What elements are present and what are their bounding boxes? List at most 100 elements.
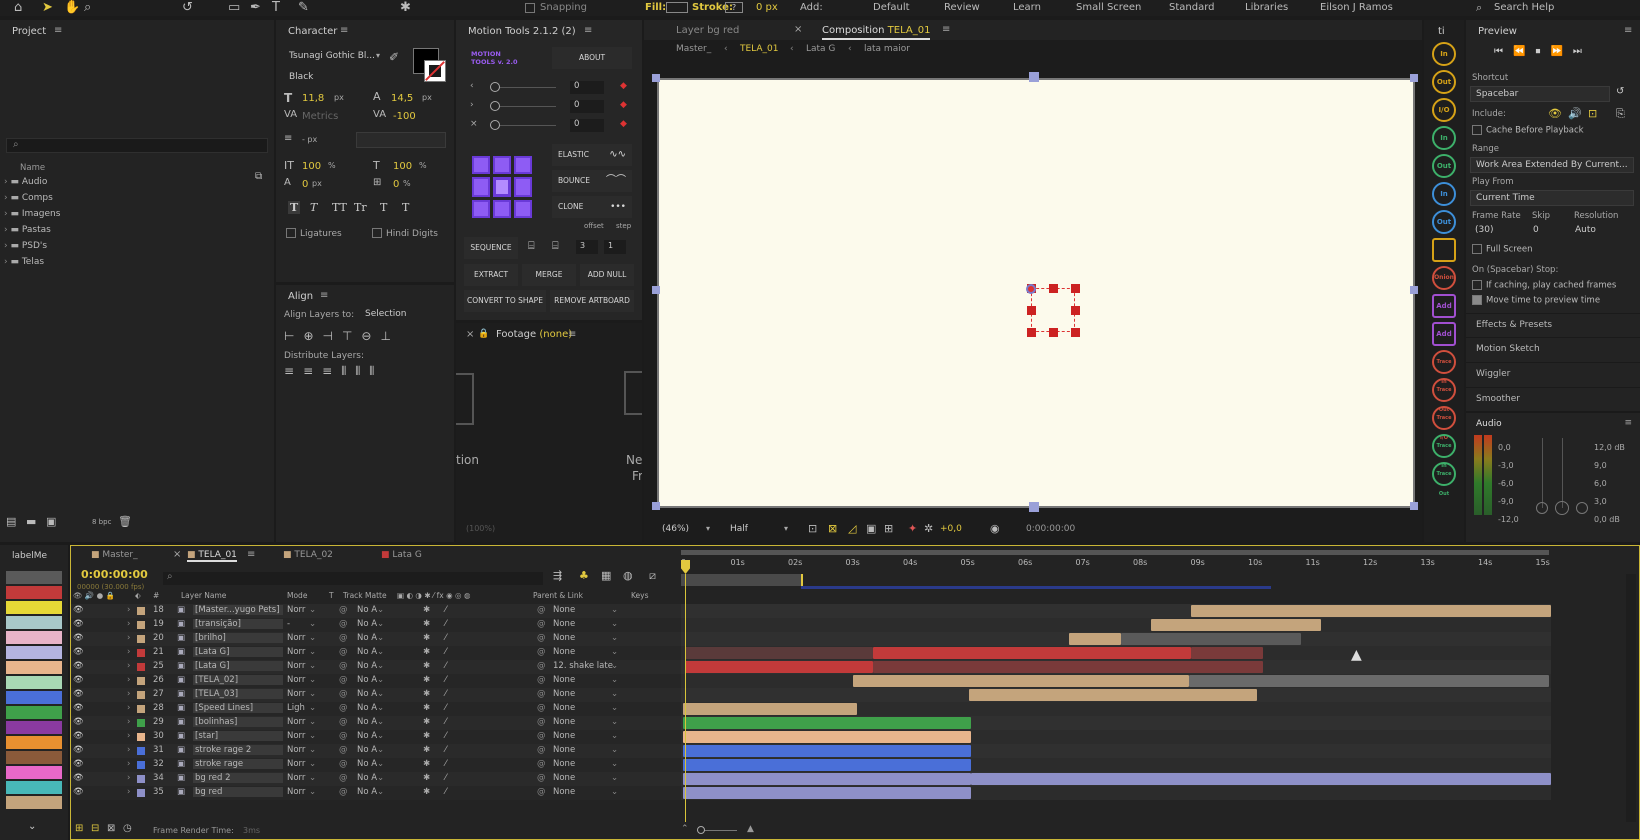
reset-icon[interactable]: ↺ [1616, 86, 1624, 97]
collapse-switch-icon[interactable]: ✱ [423, 703, 430, 713]
exposure-icon[interactable]: ✲ [924, 523, 933, 534]
anchor-cell[interactable] [514, 200, 532, 218]
toggle-in-out-icon[interactable]: ⊠ [107, 824, 115, 834]
folder-item[interactable]: › ▬ PSD's [4, 241, 254, 257]
parent-dropdown[interactable]: None [553, 619, 619, 629]
parent-dropdown[interactable]: None [553, 647, 619, 657]
type-tool-icon[interactable]: T [272, 1, 280, 14]
layer-duration-bar[interactable] [873, 661, 1263, 673]
chevron-right-icon[interactable]: › [127, 787, 130, 797]
table-row[interactable]: 👁 › 35 ▣ bg red Norr ⌄ @ No A ⌄ ✱ ⁄ @ None ⌄ [71, 786, 711, 800]
layer-duration-bar[interactable] [685, 661, 873, 673]
layer-track[interactable] [681, 618, 1551, 632]
shortcut-dropdown[interactable]: Spacebar [1470, 86, 1610, 102]
leading-value[interactable]: 14,5 [391, 93, 413, 104]
table-row[interactable]: 👁 › 25 ▣ [Lata G] Norr ⌄ @ No A ⌄ ✱ ⁄ @12. shake lat… [71, 660, 711, 674]
track-matte-dropdown[interactable]: No A [357, 689, 377, 699]
zoom-out-icon[interactable]: ⌃ [681, 824, 689, 834]
breadcrumb-item[interactable]: Lata G [806, 44, 835, 54]
new-folder-icon[interactable]: ▬ [26, 516, 36, 527]
collapse-switch-icon[interactable]: ✱ [423, 731, 430, 741]
audio-slider-knob[interactable] [1536, 502, 1548, 514]
distribute-left-icon[interactable]: ⫴ [341, 364, 355, 378]
parent-pickwhip-icon[interactable]: @ [537, 689, 546, 699]
zoom-slider-knob[interactable] [697, 826, 705, 834]
align-left-icon[interactable]: ⊢ [284, 329, 303, 343]
transform-handle[interactable] [1071, 328, 1080, 337]
parent-dropdown[interactable]: 12. shake late [553, 661, 619, 671]
layer-track[interactable] [681, 660, 1551, 674]
track-matte-dropdown[interactable]: No A [357, 647, 377, 657]
smoother-section[interactable]: Smoother [1466, 387, 1640, 409]
eye-icon[interactable]: 👁 [73, 689, 84, 699]
layer-name-header[interactable]: Layer Name [181, 591, 226, 600]
layer-name[interactable]: [Master...yugo Pets] [193, 605, 283, 615]
next-frame-icon[interactable]: ⏩ [1550, 46, 1572, 57]
layer-duration-bar[interactable] [683, 787, 971, 799]
zoom-dropdown[interactable]: (46%) [662, 524, 689, 534]
hand-tool-icon[interactable]: ✋ [64, 1, 80, 14]
rotate-tool-icon[interactable]: ↺ [182, 1, 193, 14]
link-icon[interactable]: @ [339, 717, 348, 727]
exposure-value[interactable]: +0,0 [940, 524, 962, 534]
layer-duration-bar[interactable] [1121, 633, 1301, 645]
mode-dropdown[interactable]: Norr [287, 745, 305, 755]
quality-switch-icon[interactable]: ⁄ [445, 661, 446, 671]
parent-dropdown[interactable]: None [553, 703, 619, 713]
table-row[interactable]: 👁 › 29 ▣ [bolinhas] Norr ⌄ @ No A ⌄ ✱ ⁄ @ None ⌄ [71, 716, 711, 730]
collapse-switch-icon[interactable]: ✱ [423, 689, 430, 699]
link-icon[interactable]: @ [339, 647, 348, 657]
layer-duration-bar[interactable] [873, 647, 1191, 659]
faux-bold-button[interactable]: T [288, 201, 301, 214]
distribute-vcenter-icon[interactable]: ≡ [303, 364, 322, 378]
subscript-button[interactable]: T [402, 201, 409, 214]
transform-handle[interactable] [1049, 328, 1058, 337]
collapse-switch-icon[interactable]: ✱ [423, 605, 430, 615]
table-row[interactable]: 👁 › 31 ▣ stroke rage 2 Norr ⌄ @ No A ⌄ ✱ ⁄ @ None ⌄ [71, 744, 711, 758]
anchor-cell[interactable] [493, 156, 511, 174]
new-composition-icon[interactable]: ▣ [46, 516, 56, 527]
label-swatch[interactable] [6, 661, 62, 674]
snapshot-icon[interactable]: ◉ [990, 523, 1000, 534]
parent-dropdown[interactable]: None [553, 689, 619, 699]
mode-dropdown[interactable]: Norr [287, 787, 305, 797]
tab-menu-icon[interactable]: ≡ [247, 549, 255, 560]
label-swatch[interactable] [6, 676, 62, 689]
chevron-right-icon[interactable]: › [127, 759, 130, 769]
label-swatch[interactable] [6, 766, 62, 779]
anchor-grid[interactable] [472, 156, 534, 218]
mode-dropdown[interactable]: Norr [287, 633, 305, 643]
onion-button[interactable]: Onion [1432, 266, 1456, 290]
canvas-handle[interactable] [1029, 502, 1039, 512]
workspace-learn[interactable]: Learn [1013, 2, 1041, 13]
table-row[interactable]: 👁 › 32 ▣ stroke rage Norr ⌄ @ No A ⌄ ✱ ⁄ @ None ⌄ [71, 758, 711, 772]
label-swatch[interactable] [6, 601, 62, 614]
eye-icon[interactable]: 👁 [73, 787, 84, 797]
mode-dropdown[interactable]: Norr [287, 759, 305, 769]
layer-track[interactable] [681, 604, 1551, 618]
layer-duration-bar[interactable] [683, 773, 971, 785]
link-icon[interactable]: @ [339, 689, 348, 699]
layer-name[interactable]: [transição] [193, 619, 283, 629]
range-dropdown[interactable]: Work Area Extended By Current... [1470, 157, 1634, 173]
remove-artboard-button[interactable]: REMOVE ARTBOARD [550, 290, 634, 312]
parent-pickwhip-icon[interactable]: @ [537, 759, 546, 769]
eye-icon[interactable]: 👁 [73, 633, 84, 643]
folder-item[interactable]: › ▬ Pastas [4, 225, 254, 241]
slider-track[interactable] [496, 106, 556, 107]
bpc-button[interactable]: 8 bpc [92, 518, 111, 526]
table-row[interactable]: 👁 › 20 ▣ [brilho] Norr ⌄ @ No A ⌄ ✱ ⁄ @ None ⌄ [71, 632, 711, 646]
table-row[interactable]: 👁 › 34 ▣ bg red 2 Norr ⌄ @ No A ⌄ ✱ ⁄ @ None ⌄ [71, 772, 711, 786]
name-column-header[interactable]: Name [20, 163, 45, 173]
work-area-bar[interactable] [681, 550, 1549, 555]
table-row[interactable]: 👁 › 27 ▣ [TELA_03] Norr ⌄ @ No A ⌄ ✱ ⁄ @ None ⌄ [71, 688, 711, 702]
chevron-right-icon[interactable]: › [127, 773, 130, 783]
extract-button[interactable]: EXTRACT [464, 264, 518, 286]
layer-name[interactable]: [brilho] [193, 633, 283, 643]
quality-switch-icon[interactable]: ⁄ [445, 689, 446, 699]
parent-pickwhip-icon[interactable]: @ [537, 619, 546, 629]
lock-icon[interactable]: 🔒 [478, 329, 489, 339]
link-icon[interactable]: @ [339, 745, 348, 755]
folder-item[interactable]: › ▬ Comps [4, 193, 254, 209]
layer-name[interactable]: stroke rage 2 [193, 745, 283, 755]
